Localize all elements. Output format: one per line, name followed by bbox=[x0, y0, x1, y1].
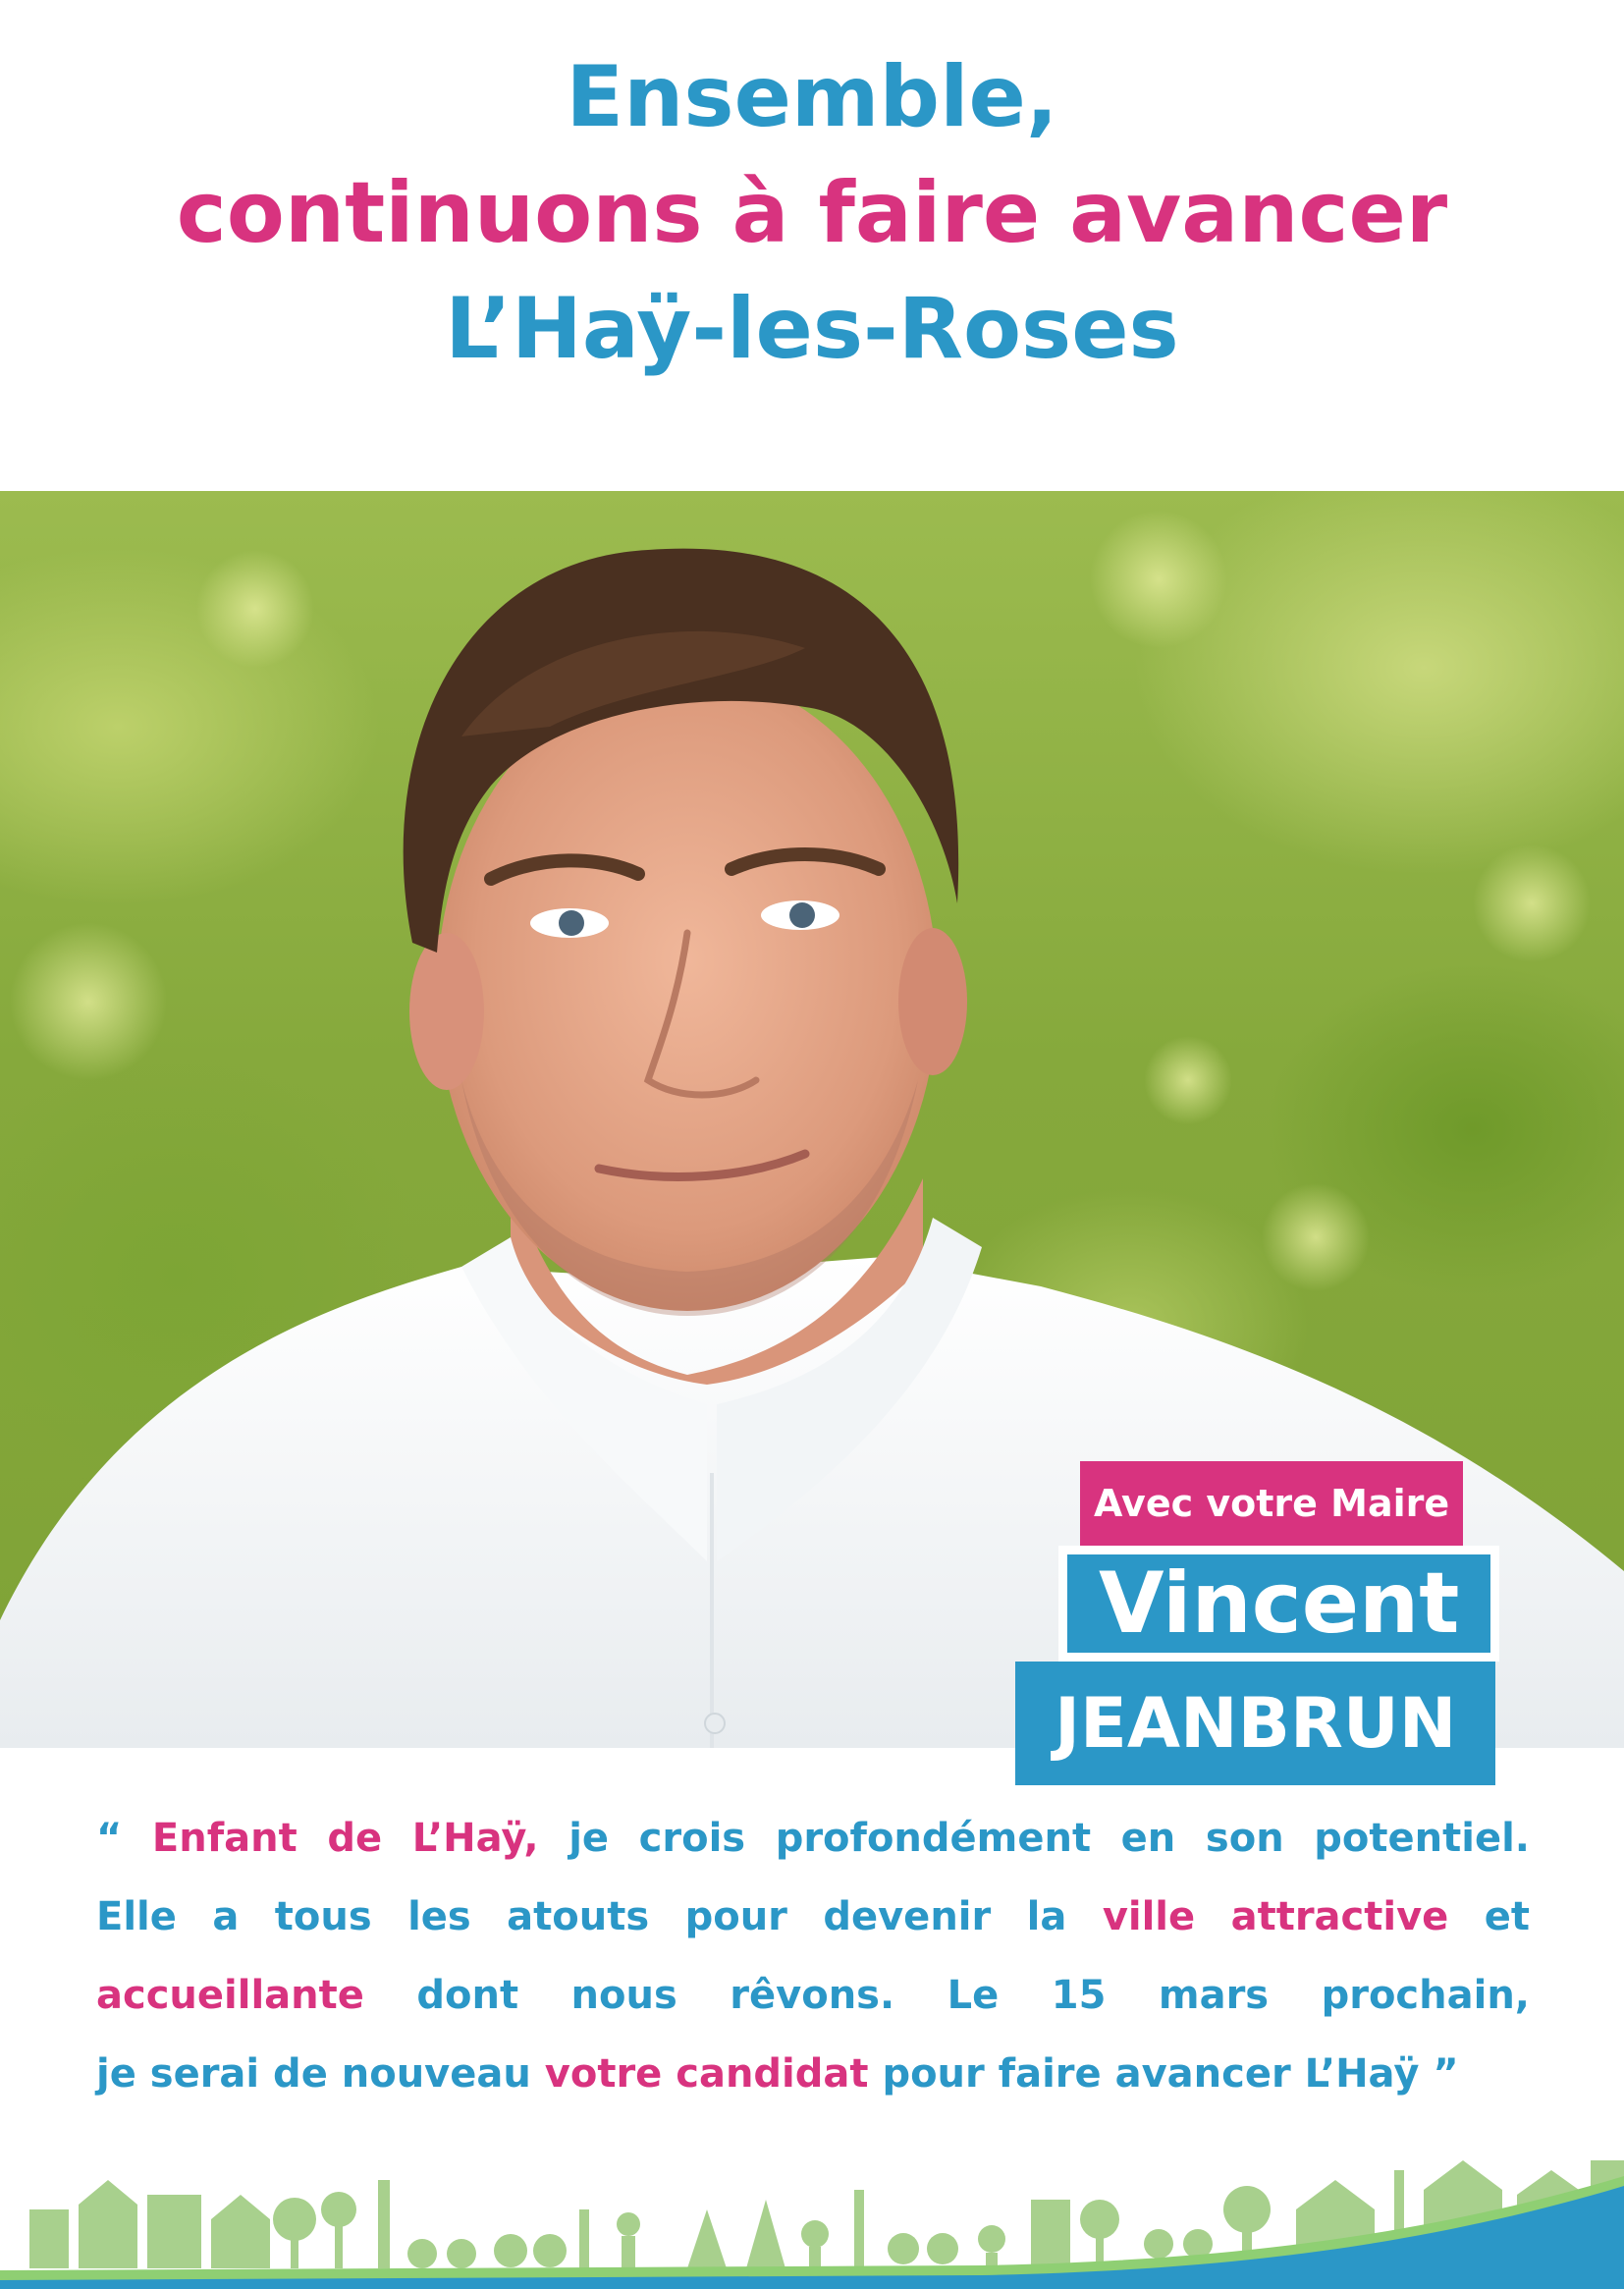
quote-line-1: “ Enfant de L’Haÿ, je crois profondément… bbox=[96, 1799, 1530, 1878]
first-name-badge: Vincent bbox=[1058, 1546, 1500, 1662]
quote-text-4b: pour faire avancer L’Haÿ ” bbox=[868, 2051, 1459, 2097]
headline-line-1: Ensemble, bbox=[566, 48, 1058, 146]
quote-highlight-accueillante: accueillante bbox=[96, 1973, 364, 2018]
first-name: Vincent bbox=[1067, 1554, 1491, 1653]
quote-highlight-candidat: votre candidat bbox=[544, 2051, 869, 2097]
quote-text-2a: Elle a tous les atouts pour devenir la bbox=[96, 1894, 1103, 1939]
last-name-badge: JEANBRUN bbox=[1015, 1662, 1496, 1785]
quote-text-2b: et bbox=[1448, 1894, 1530, 1939]
quote-open-mark: “ bbox=[96, 1816, 152, 1861]
mayor-label-badge: Avec votre Maire bbox=[1080, 1461, 1464, 1546]
quote-line-3: accueillante dont nous rêvons. Le 15 mar… bbox=[96, 1956, 1530, 2035]
headline-line-3: L’Haÿ-les-Roses bbox=[445, 280, 1179, 378]
quote-text-1: je crois profondément en son potentiel. bbox=[538, 1816, 1530, 1861]
quote-text-4a: je serai de nouveau bbox=[96, 2051, 545, 2097]
headline: Ensemble, continuons à faire avancer L’H… bbox=[0, 39, 1624, 387]
headline-line-2: continuons à faire avancer bbox=[176, 164, 1448, 262]
candidate-quote: “ Enfant de L’Haÿ, je crois profondément… bbox=[96, 1799, 1530, 2113]
quote-highlight-ville: ville attractive bbox=[1102, 1894, 1449, 1939]
quote-highlight-enfant: Enfant de L’Haÿ, bbox=[151, 1816, 539, 1861]
quote-text-3: dont nous rêvons. Le 15 mars prochain, bbox=[363, 1973, 1530, 2018]
city-skyline-illustration bbox=[0, 2160, 1624, 2289]
quote-line-2: Elle a tous les atouts pour devenir la v… bbox=[96, 1878, 1530, 1956]
